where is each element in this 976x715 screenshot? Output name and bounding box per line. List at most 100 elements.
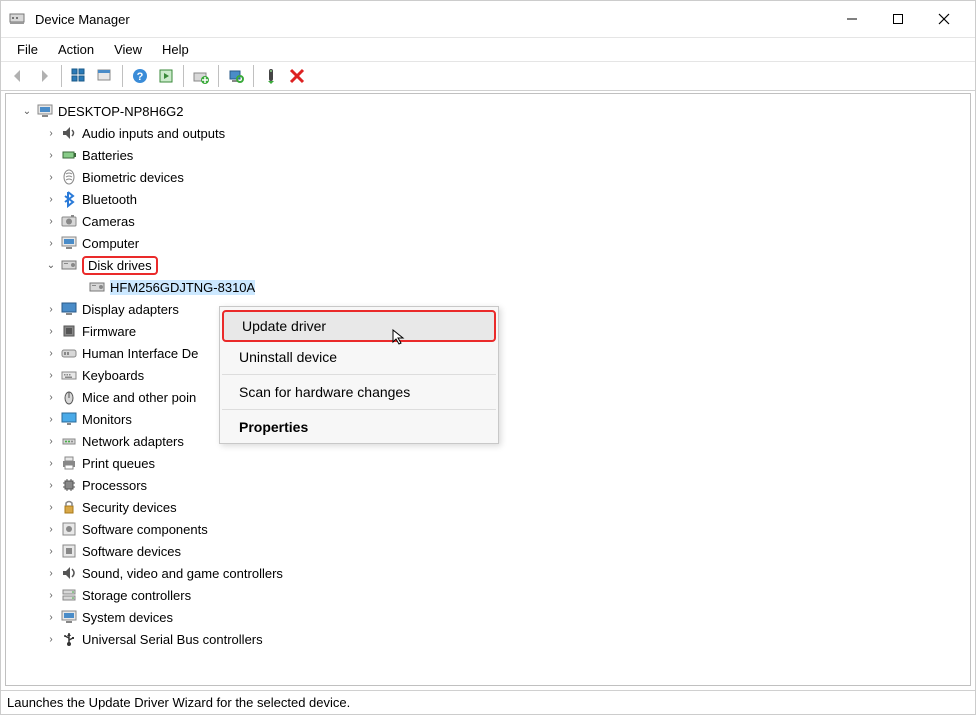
tree-category[interactable]: › Security devices — [44, 496, 962, 518]
tree-category[interactable]: › Bluetooth — [44, 188, 962, 210]
tree-device[interactable]: HFM256GDJTNG-8310A — [72, 276, 962, 298]
tree-device-label[interactable]: HFM256GDJTNG-8310A — [110, 280, 255, 295]
tree-category[interactable]: › Software components — [44, 518, 962, 540]
tree-category-label[interactable]: System devices — [82, 610, 173, 625]
tree-category-label[interactable]: Display adapters — [82, 302, 179, 317]
action-button[interactable] — [153, 64, 179, 88]
tree-category[interactable]: ⌄ Disk drives — [44, 254, 962, 276]
tree-category-label[interactable]: Disk drives — [82, 256, 158, 275]
chevron-icon[interactable]: › — [44, 568, 58, 579]
tree-category[interactable]: › Display adapters — [44, 298, 962, 320]
tree-category[interactable]: › Human Interface De — [44, 342, 962, 364]
ctx-scan-hardware[interactable]: Scan for hardware changes — [221, 378, 497, 406]
tree-category-label[interactable]: Cameras — [82, 214, 135, 229]
tree-category-label[interactable]: Print queues — [82, 456, 155, 471]
print-icon — [60, 454, 78, 472]
close-button[interactable] — [921, 1, 967, 37]
view-options-button[interactable] — [66, 64, 92, 88]
tree-category[interactable]: › Biometric devices — [44, 166, 962, 188]
chevron-icon[interactable]: › — [44, 216, 58, 227]
tree-category-label[interactable]: Keyboards — [82, 368, 144, 383]
tree-category[interactable]: › Software devices — [44, 540, 962, 562]
tree-category-label[interactable]: Software devices — [82, 544, 181, 559]
menu-action[interactable]: Action — [48, 40, 104, 59]
tree-category[interactable]: › Processors — [44, 474, 962, 496]
tree-category-label[interactable]: Human Interface De — [82, 346, 198, 361]
chevron-icon[interactable]: › — [44, 392, 58, 403]
tree-category-label[interactable]: Monitors — [82, 412, 132, 427]
chevron-icon[interactable]: › — [44, 414, 58, 425]
tree-category-label[interactable]: Universal Serial Bus controllers — [82, 632, 263, 647]
tree-category[interactable]: › Monitors — [44, 408, 962, 430]
storage-icon — [60, 586, 78, 604]
minimize-button[interactable] — [829, 1, 875, 37]
tree-category-label[interactable]: Batteries — [82, 148, 133, 163]
maximize-button[interactable] — [875, 1, 921, 37]
tree-category[interactable]: › Sound, video and game controllers — [44, 562, 962, 584]
tree-category-label[interactable]: Biometric devices — [82, 170, 184, 185]
tree-root-label[interactable]: DESKTOP-NP8H6G2 — [58, 104, 183, 119]
chevron-icon[interactable]: › — [44, 502, 58, 513]
chevron-icon[interactable]: › — [44, 348, 58, 359]
uninstall-device-button[interactable] — [284, 64, 310, 88]
tree-category-label[interactable]: Security devices — [82, 500, 177, 515]
tree-category-label[interactable]: Storage controllers — [82, 588, 191, 603]
chevron-icon[interactable]: › — [44, 590, 58, 601]
menu-file[interactable]: File — [7, 40, 48, 59]
tree-category-label[interactable]: Processors — [82, 478, 147, 493]
tree-category-label[interactable]: Audio inputs and outputs — [82, 126, 225, 141]
security-icon — [60, 498, 78, 516]
chevron-icon[interactable]: › — [44, 436, 58, 447]
forward-button[interactable] — [31, 64, 57, 88]
tree-category-label[interactable]: Sound, video and game controllers — [82, 566, 283, 581]
chevron-icon[interactable]: › — [44, 172, 58, 183]
chevron-icon[interactable]: › — [44, 634, 58, 645]
tree-category-label[interactable]: Bluetooth — [82, 192, 137, 207]
chevron-icon[interactable]: › — [44, 480, 58, 491]
enable-device-button[interactable] — [258, 64, 284, 88]
scan-hardware-button[interactable] — [223, 64, 249, 88]
chevron-down-icon[interactable]: ⌄ — [20, 106, 34, 117]
update-driver-button[interactable] — [188, 64, 214, 88]
tree-category[interactable]: › System devices — [44, 606, 962, 628]
biometric-icon — [60, 168, 78, 186]
network-icon — [60, 432, 78, 450]
tree-category[interactable]: › Keyboards — [44, 364, 962, 386]
chevron-icon[interactable]: › — [44, 194, 58, 205]
show-hidden-button[interactable] — [92, 64, 118, 88]
chevron-icon[interactable]: › — [44, 150, 58, 161]
chevron-icon[interactable]: › — [44, 546, 58, 557]
chevron-icon[interactable]: › — [44, 238, 58, 249]
chevron-icon[interactable]: ⌄ — [44, 260, 58, 271]
ctx-update-driver[interactable]: Update driver — [222, 310, 496, 342]
chevron-icon[interactable]: › — [44, 458, 58, 469]
chevron-icon[interactable]: › — [44, 370, 58, 381]
chevron-icon[interactable]: › — [44, 524, 58, 535]
tree-category-label[interactable]: Computer — [82, 236, 139, 251]
chevron-icon[interactable]: › — [44, 304, 58, 315]
tree-category-label[interactable]: Network adapters — [82, 434, 184, 449]
menu-help[interactable]: Help — [152, 40, 199, 59]
tree-category[interactable]: › Print queues — [44, 452, 962, 474]
back-button[interactable] — [5, 64, 31, 88]
ctx-properties[interactable]: Properties — [221, 413, 497, 441]
tree-category-label[interactable]: Mice and other poin — [82, 390, 196, 405]
tree-category[interactable]: › Storage controllers — [44, 584, 962, 606]
tree-category[interactable]: › Firmware — [44, 320, 962, 342]
tree-category[interactable]: › Network adapters — [44, 430, 962, 452]
chevron-icon[interactable]: › — [44, 612, 58, 623]
tree-category[interactable]: › Cameras — [44, 210, 962, 232]
tree-category[interactable]: › Mice and other poin — [44, 386, 962, 408]
tree-category-label[interactable]: Software components — [82, 522, 208, 537]
chevron-icon[interactable]: › — [44, 128, 58, 139]
tree-category[interactable]: › Computer — [44, 232, 962, 254]
tree-category[interactable]: › Universal Serial Bus controllers — [44, 628, 962, 650]
tree-category-label[interactable]: Firmware — [82, 324, 136, 339]
menu-view[interactable]: View — [104, 40, 152, 59]
help-button[interactable]: ? — [127, 64, 153, 88]
ctx-uninstall-device[interactable]: Uninstall device — [221, 343, 497, 371]
chevron-icon[interactable]: › — [44, 326, 58, 337]
tree-category[interactable]: › Batteries — [44, 144, 962, 166]
tree-category[interactable]: › Audio inputs and outputs — [44, 122, 962, 144]
ctx-separator — [222, 374, 496, 375]
